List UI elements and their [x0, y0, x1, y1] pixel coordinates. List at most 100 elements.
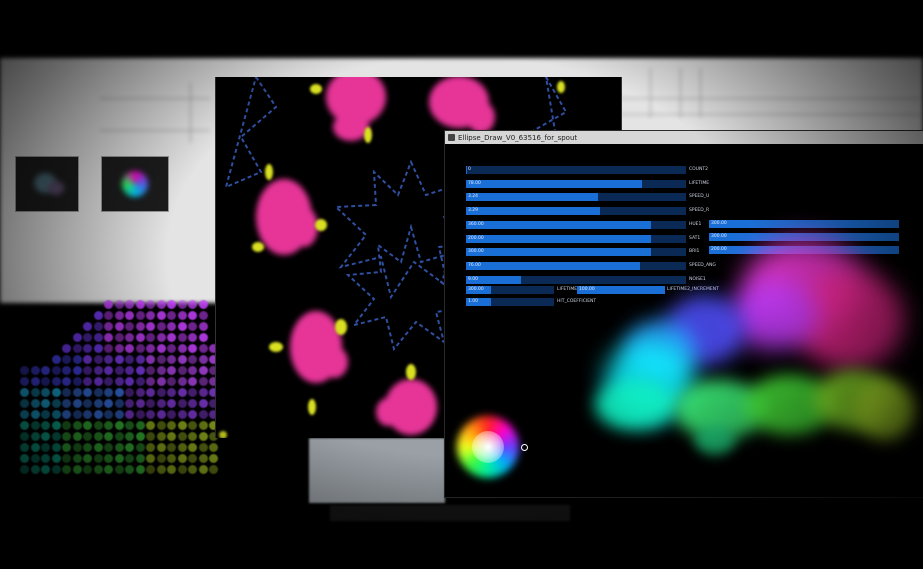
grid-dot	[156, 355, 166, 364]
grid-dot	[93, 366, 103, 375]
grid-dot	[114, 300, 124, 309]
grid-dot	[62, 399, 71, 408]
color-picker-handle[interactable]	[521, 444, 528, 451]
grid-dot	[188, 366, 197, 375]
grid-dot	[167, 377, 176, 386]
grid-dot	[114, 388, 124, 397]
lifetime2-increment-value: 100.00	[579, 287, 595, 292]
preview-thumbnail[interactable]	[15, 156, 79, 212]
grid-dot	[146, 344, 155, 353]
grid-dot	[125, 311, 134, 320]
slider-value: 3.24	[468, 194, 479, 200]
slider-value: 0	[468, 167, 471, 172]
grid-dot	[41, 443, 50, 452]
grid-dot	[62, 432, 71, 441]
grid-dot	[167, 388, 176, 397]
grid-dot	[72, 443, 82, 452]
grid-dot	[125, 377, 134, 386]
grid-dot	[188, 388, 197, 397]
grid-dot	[167, 421, 176, 430]
lifetime2-slider[interactable]: 300.00	[466, 286, 554, 294]
grid-dot	[135, 454, 145, 463]
grid-dot	[135, 399, 145, 408]
slider-hue1[interactable]: 360.00	[466, 220, 686, 229]
grid-dot	[51, 454, 61, 463]
grid-dot	[135, 366, 145, 375]
right-slider-1[interactable]: 300.00	[709, 220, 899, 228]
grid-dot	[198, 333, 208, 342]
grid-dot	[104, 410, 113, 419]
grid-dot	[188, 465, 197, 474]
grid-dot	[20, 432, 29, 441]
grid-dot	[156, 377, 166, 386]
grid-dot	[135, 388, 145, 397]
grid-dot	[114, 432, 124, 441]
grid-dot	[93, 432, 103, 441]
slider-fill	[466, 166, 468, 174]
grid-dot	[104, 388, 113, 397]
hit-coefficient-slider[interactable]: 1.00	[466, 298, 554, 306]
grid-dot	[72, 410, 82, 419]
grid-dot	[146, 432, 155, 441]
grid-dot	[41, 399, 50, 408]
grid-dot	[135, 432, 145, 441]
grid-dot	[30, 399, 40, 408]
slider-fill	[466, 193, 598, 202]
slider-speed-r[interactable]: 3.29	[466, 207, 686, 216]
grid-dot	[83, 443, 92, 452]
grid-dot	[177, 421, 187, 430]
grid-dot	[177, 399, 187, 408]
grid-dot	[93, 311, 103, 320]
grid-dot	[104, 311, 113, 320]
grid-dot	[125, 355, 134, 364]
grid-dot	[62, 443, 71, 452]
particle-blob	[730, 280, 820, 350]
grid-dot	[198, 399, 208, 408]
grid-dot	[177, 311, 187, 320]
grid-dot	[125, 366, 134, 375]
grid-dot	[188, 421, 197, 430]
grid-dot	[83, 432, 92, 441]
grid-dot	[167, 300, 176, 309]
grid-dot	[83, 377, 92, 386]
right-slider-value: 300.00	[711, 221, 727, 226]
grid-dot	[156, 443, 166, 452]
grid-dot	[146, 399, 155, 408]
grid-dot	[41, 432, 50, 441]
grid-dot	[135, 443, 145, 452]
app-titlebar[interactable]: Ellipse_Draw_V0_63516_for_spout	[445, 131, 923, 144]
grid-dot	[125, 388, 134, 397]
slider-label: SPEED_U	[689, 194, 710, 200]
grid-dot	[51, 410, 61, 419]
grid-dot	[51, 465, 61, 474]
grid-dot	[83, 366, 92, 375]
grid-dot	[83, 410, 92, 419]
grid-dot	[198, 388, 208, 397]
grid-dot	[177, 300, 187, 309]
grid-dot	[135, 410, 145, 419]
slider-speed-u[interactable]: 3.24	[466, 193, 686, 202]
grid-dot	[114, 377, 124, 386]
grid-dot	[188, 333, 197, 342]
grid-dot	[167, 311, 176, 320]
grid-dot	[104, 465, 113, 474]
grid-dot	[156, 366, 166, 375]
grid-dot	[114, 465, 124, 474]
preview-thumbnail[interactable]	[101, 156, 169, 212]
hit-coefficient-label: HIT_COEFFICIENT	[557, 299, 597, 304]
grid-dot	[104, 421, 113, 430]
grid-dot	[72, 377, 82, 386]
grid-dot	[188, 300, 197, 309]
grid-dot	[114, 410, 124, 419]
slider-count2[interactable]: 0	[466, 166, 686, 174]
grid-dot	[72, 465, 82, 474]
grid-dot	[93, 443, 103, 452]
slider-lifetime[interactable]: 78.00	[466, 179, 686, 188]
grid-dot	[135, 344, 145, 353]
grid-dot	[51, 377, 61, 386]
grid-dot	[20, 399, 29, 408]
slider-value: 78.00	[468, 180, 481, 186]
grid-dot	[93, 454, 103, 463]
grid-dot	[93, 355, 103, 364]
grid-dot	[30, 377, 40, 386]
